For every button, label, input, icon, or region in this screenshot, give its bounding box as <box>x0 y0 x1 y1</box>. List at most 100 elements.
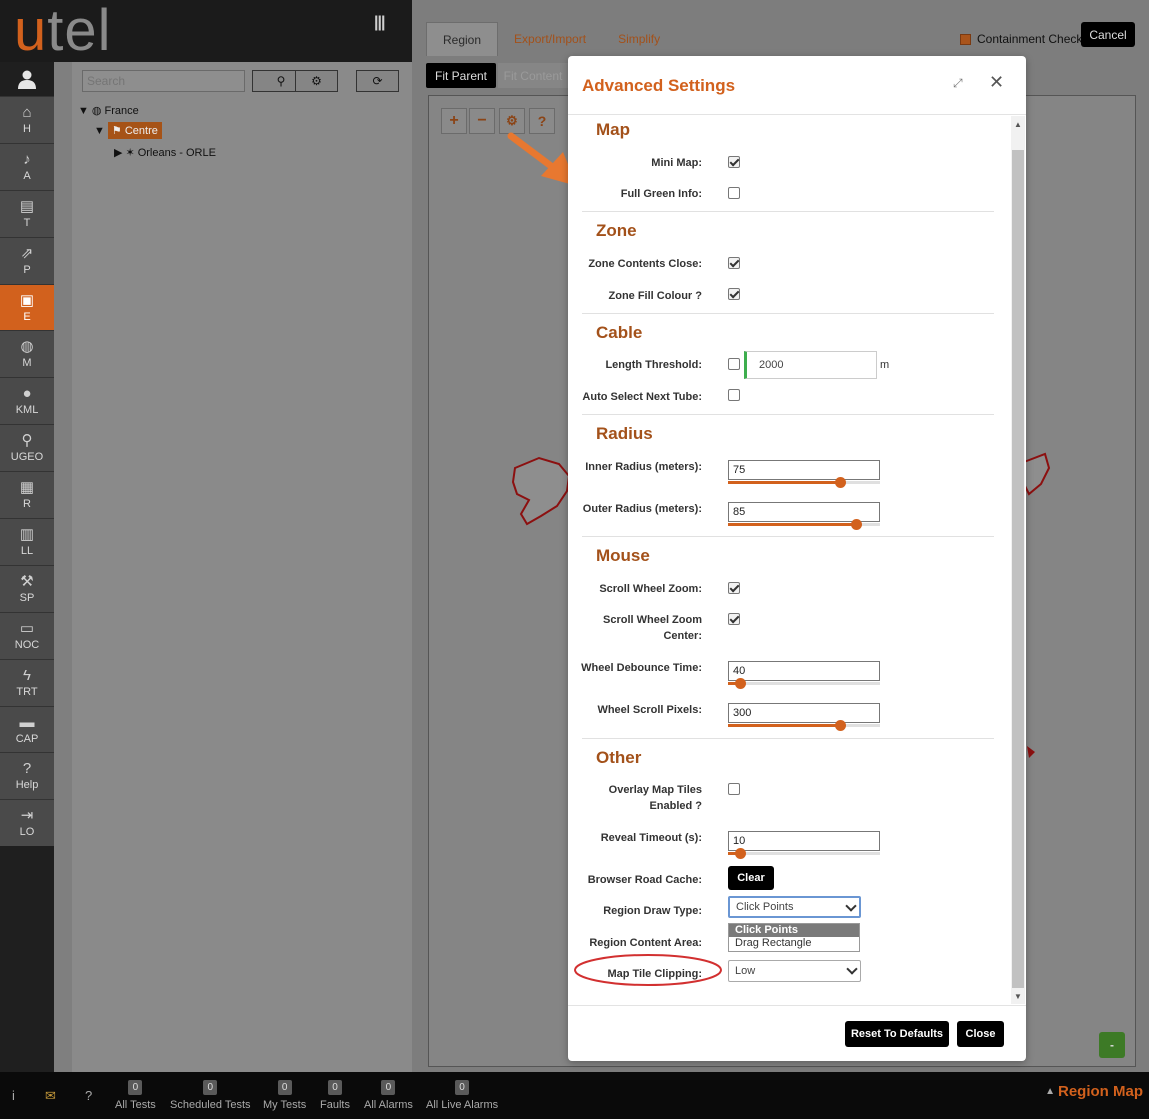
outer-radius-slider[interactable] <box>728 519 880 530</box>
globe-icon: ◍ <box>91 105 102 117</box>
warehouse-icon: ▬ <box>19 713 35 731</box>
nav-item-help[interactable]: ? Help <box>0 752 54 800</box>
slider-handle[interactable] <box>835 477 847 488</box>
wheel-scroll-pixels-input[interactable] <box>728 703 880 723</box>
bottom-item-label: My Tests <box>263 1099 307 1111</box>
modal-scrollbar[interactable]: ▲ ▼ <box>1011 116 1025 1004</box>
inner-radius-slider[interactable] <box>728 477 880 488</box>
bottom-item-scheduled-tests[interactable]: 0 Scheduled Tests <box>170 1080 251 1111</box>
tab-simplify[interactable]: Simplify <box>602 22 676 56</box>
auto-select-next-tube-checkbox[interactable] <box>728 389 740 401</box>
tree-settings-button[interactable]: ⚙ <box>295 70 338 92</box>
caret-up-icon[interactable]: ▲ <box>1045 1086 1055 1097</box>
region-draw-type-dropdown: Click Points Drag Rectangle <box>728 923 860 952</box>
slider-handle[interactable] <box>850 519 862 530</box>
slider-handle[interactable] <box>735 678 747 689</box>
bottom-item-all-live-alarms[interactable]: 0 All Live Alarms <box>426 1080 498 1111</box>
scroll-wheel-zoom-checkbox[interactable] <box>728 582 740 594</box>
containment-checkbox[interactable] <box>960 33 971 45</box>
scroll-up-icon[interactable]: ▲ <box>1014 120 1022 129</box>
wheel-debounce-time-slider[interactable] <box>728 678 880 689</box>
tab-region[interactable]: Region <box>426 22 499 56</box>
option-click-points[interactable]: Click Points <box>729 924 859 937</box>
bolt-icon: ϟ <box>23 666 31 684</box>
bottom-item-all-alarms[interactable]: 0 All Alarms <box>364 1080 413 1111</box>
containment-checks-toggle[interactable]: Containment Checks <box>960 32 1088 46</box>
utel-logo: utel <box>14 0 112 63</box>
bottom-item-all-tests[interactable]: 0 All Tests <box>115 1080 156 1111</box>
envelope-icon[interactable]: ✉ <box>45 1088 56 1104</box>
nav-item-ugeo[interactable]: ⚲ UGEO <box>0 424 54 472</box>
zone-fill-colour-label: Zone Fill Colour ? <box>608 290 703 302</box>
fit-content-button[interactable]: Fit Content <box>498 63 568 88</box>
document-icon: ▦ <box>19 479 35 497</box>
zone-fill-colour-checkbox[interactable] <box>728 288 740 300</box>
bottom-item-my-tests[interactable]: 0 My Tests <box>263 1080 306 1111</box>
nav-item-p[interactable]: ⇗ P <box>0 236 54 284</box>
reveal-timeout-slider[interactable] <box>728 848 880 859</box>
tree-node-centre[interactable]: ▼ ⚑ Centre <box>94 122 162 139</box>
length-threshold-input[interactable] <box>744 351 877 379</box>
nav-item-map[interactable]: ◍ M <box>0 330 54 378</box>
scroll-wheel-zoom-center-checkbox[interactable] <box>728 613 740 625</box>
inner-radius-label: Inner Radius (meters): <box>585 461 702 473</box>
minimize-minimap-button[interactable]: - <box>1099 1032 1125 1058</box>
tree-search-input[interactable] <box>82 70 245 92</box>
zone-contents-close-checkbox[interactable] <box>728 257 740 269</box>
tree-node-orleans[interactable]: ▶ ✶ Orleans - ORLE <box>114 146 216 160</box>
modal-body: Map Mini Map: Full Green Info: Zone Zone… <box>568 116 1026 1006</box>
nav-item-label: UGEO <box>10 451 44 464</box>
region-draw-type-select[interactable]: Click Points <box>728 896 861 918</box>
nav-item-e[interactable]: ▣ E <box>0 283 54 331</box>
nav-item-home[interactable]: ⌂ H <box>0 96 54 143</box>
nav-item-lo[interactable]: ⇥ LO <box>0 799 54 847</box>
nav-item-r[interactable]: ▦ R <box>0 471 54 519</box>
option-drag-rectangle[interactable]: Drag Rectangle <box>729 937 859 950</box>
slider-handle[interactable] <box>735 848 747 859</box>
wheel-scroll-pixels-slider[interactable] <box>728 720 880 731</box>
reset-to-defaults-button[interactable]: Reset To Defaults <box>845 1021 949 1047</box>
slider-handle[interactable] <box>835 720 847 731</box>
map-tile-clipping-select[interactable]: Low <box>728 960 861 982</box>
scroll-wheel-zoom-label: Scroll Wheel Zoom: <box>599 583 702 595</box>
scroll-down-icon[interactable]: ▼ <box>1014 992 1022 1001</box>
refresh-button[interactable]: ⟳ <box>356 70 399 92</box>
pushpin-icon: ✶ <box>125 147 135 159</box>
mini-map-checkbox[interactable] <box>728 156 740 168</box>
count-badge: 0 <box>455 1080 470 1095</box>
wheel-debounce-time-input[interactable] <box>728 661 880 681</box>
nav-item-kml[interactable]: ● KML <box>0 377 54 425</box>
inner-radius-input[interactable] <box>728 460 880 480</box>
scroll-thumb[interactable] <box>1012 150 1024 988</box>
tab-export-import[interactable]: Export/Import <box>498 22 602 56</box>
nav-item-noc[interactable]: ▭ NOC <box>0 611 54 659</box>
overlay-map-tiles-checkbox[interactable] <box>728 783 740 795</box>
zoom-out-button[interactable]: − <box>469 108 495 134</box>
bottom-item-faults[interactable]: 0 Faults <box>320 1080 350 1111</box>
expand-icon[interactable]: ⤢ <box>953 76 963 91</box>
gear-icon: ⚙ <box>311 74 322 88</box>
close-button[interactable]: Close <box>957 1021 1004 1047</box>
nav-item-tests[interactable]: ▤ T <box>0 189 54 237</box>
column-toggle-icon[interactable]: ||| <box>374 14 385 32</box>
nav-item-ll[interactable]: ▥ LL <box>0 518 54 565</box>
info-icon[interactable]: i <box>12 1088 15 1103</box>
tree-node-france[interactable]: ▼ ◍ France <box>78 104 139 118</box>
close-icon[interactable]: ✕ <box>989 72 1004 93</box>
reveal-timeout-input[interactable] <box>728 831 880 851</box>
fit-parent-button[interactable]: Fit Parent <box>426 63 496 88</box>
cancel-button[interactable]: Cancel <box>1081 22 1135 47</box>
nav-item-sp[interactable]: ⚒ SP <box>0 564 54 612</box>
section-map-title: Map <box>596 120 630 139</box>
zoom-in-button[interactable]: + <box>441 108 467 134</box>
nav-item-label: R <box>23 498 31 511</box>
nav-item-label: Help <box>15 779 39 792</box>
user-icon[interactable] <box>0 62 54 96</box>
full-green-info-checkbox[interactable] <box>728 187 740 199</box>
nav-item-alarms[interactable]: ♪ A <box>0 142 54 190</box>
question-icon[interactable]: ? <box>85 1088 92 1103</box>
nav-item-cap[interactable]: ▬ CAP <box>0 705 54 753</box>
clear-cache-button[interactable]: Clear <box>728 866 774 890</box>
nav-item-trt[interactable]: ϟ TRT <box>0 658 54 706</box>
length-threshold-checkbox[interactable] <box>728 358 740 370</box>
